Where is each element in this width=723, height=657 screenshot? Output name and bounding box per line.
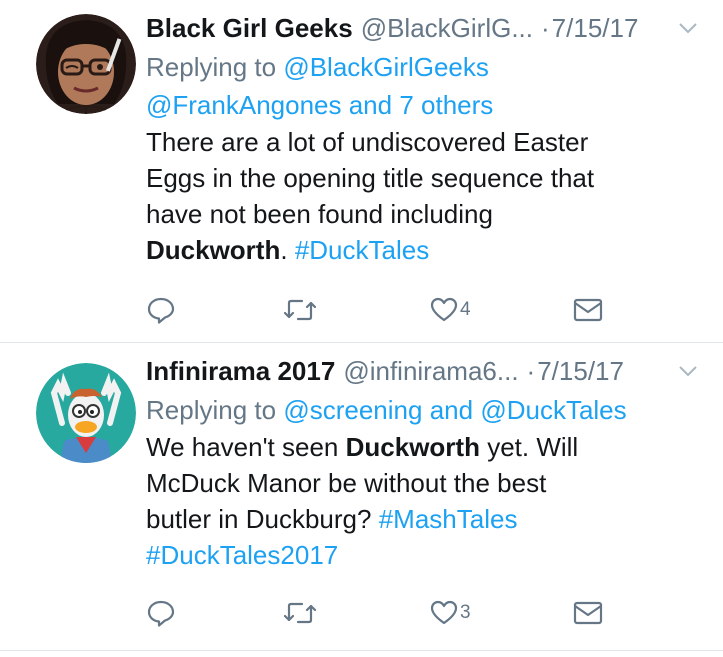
replying-to-and: and	[429, 395, 474, 425]
chevron-down-icon[interactable]	[677, 361, 699, 381]
mention-link[interactable]: @FrankAngones and 7 others	[146, 90, 493, 120]
tweet-text: We haven't seen Duckworth yet. Will McDu…	[146, 429, 703, 573]
envelope-icon	[573, 298, 603, 322]
tweet-text-line: #DuckTales2017	[146, 537, 703, 573]
replying-to-label: Replying to	[146, 52, 277, 82]
mention-link[interactable]: @screening	[283, 395, 422, 425]
heart-icon	[430, 600, 458, 625]
duck-character-avatar-icon	[36, 363, 136, 463]
tweet-text-line: There are a lot of undiscovered Easter	[146, 127, 589, 157]
replying-to-continued: @FrankAngones and 7 others	[146, 86, 703, 124]
hashtag-link[interactable]: #DuckTales	[295, 235, 429, 265]
tweet-text: There are a lot of undiscovered Easter E…	[146, 124, 703, 268]
tweet-text-line: have not been found including	[146, 199, 493, 229]
mention-link[interactable]: @DuckTales	[480, 395, 626, 425]
hashtag-link[interactable]: #MashTales	[379, 504, 518, 534]
separator-dot: ·	[541, 12, 550, 43]
mention-link[interactable]: @BlackGirlGeeks	[283, 52, 489, 82]
avatar[interactable]	[36, 14, 136, 114]
author-handle[interactable]: @infinirama6...	[343, 356, 518, 387]
tweet[interactable]: Infinirama 2017 @infinirama6... · 7/15/1…	[0, 343, 723, 651]
punctuation: .	[280, 235, 288, 265]
retweet-button[interactable]	[284, 292, 316, 328]
author-name[interactable]: Infinirama 2017	[146, 356, 335, 387]
like-count: 4	[460, 299, 471, 320]
tweet-date[interactable]: 7/15/17	[552, 13, 639, 44]
retweet-button[interactable]	[284, 595, 316, 631]
tweet-text-line: We haven't seen Duckworth yet. Will	[146, 429, 703, 465]
tweet-text-line: butler in Duckburg? #MashTales	[146, 501, 703, 537]
bold-text: Duckworth	[345, 432, 480, 462]
tweet-header: Infinirama 2017 @infinirama6... · 7/15/1…	[146, 351, 703, 391]
text-segment: We haven't seen	[146, 432, 339, 462]
tweet-text-line: McDuck Manor be without the best	[146, 468, 547, 498]
tweet-header: Black Girl Geeks @BlackGirlG... · 7/15/1…	[146, 8, 703, 48]
reply-button[interactable]	[146, 292, 176, 328]
envelope-icon	[573, 601, 603, 625]
tweet-actions: 4	[146, 292, 606, 332]
text-segment: butler in Duckburg?	[146, 504, 372, 534]
separator-dot: ·	[526, 355, 536, 386]
like-button[interactable]: 3	[430, 595, 471, 631]
tweet-date[interactable]: 7/15/17	[537, 356, 624, 387]
retweet-icon	[284, 602, 316, 624]
tweet-text-line: Duckworth. #DuckTales	[146, 232, 703, 268]
reply-icon	[147, 600, 175, 627]
heart-icon	[430, 297, 458, 322]
replying-to: Replying to @BlackGirlGeeks	[146, 48, 703, 86]
woman-winking-avatar-icon	[36, 14, 136, 114]
direct-message-button[interactable]	[572, 292, 604, 328]
tweet-actions: 3	[146, 595, 606, 635]
direct-message-button[interactable]	[572, 595, 604, 631]
text-segment: yet. Will	[487, 432, 579, 462]
replying-to-label: Replying to	[146, 395, 277, 425]
reply-button[interactable]	[146, 595, 176, 631]
tweet-text-line: Eggs in the opening title sequence that	[146, 163, 595, 193]
author-name[interactable]: Black Girl Geeks	[146, 13, 353, 44]
retweet-icon	[284, 299, 316, 321]
tweet[interactable]: Black Girl Geeks @BlackGirlG... · 7/15/1…	[0, 0, 723, 343]
bold-text: Duckworth	[146, 235, 281, 265]
avatar[interactable]	[36, 363, 136, 463]
reply-icon	[147, 297, 175, 324]
hashtag-link[interactable]: #DuckTales2017	[146, 540, 338, 570]
author-handle[interactable]: @BlackGirlG...	[361, 13, 533, 44]
like-count: 3	[460, 602, 471, 623]
replying-to: Replying to @screening and @DuckTales	[146, 391, 703, 429]
chevron-down-icon[interactable]	[677, 18, 699, 38]
like-button[interactable]: 4	[430, 292, 471, 328]
